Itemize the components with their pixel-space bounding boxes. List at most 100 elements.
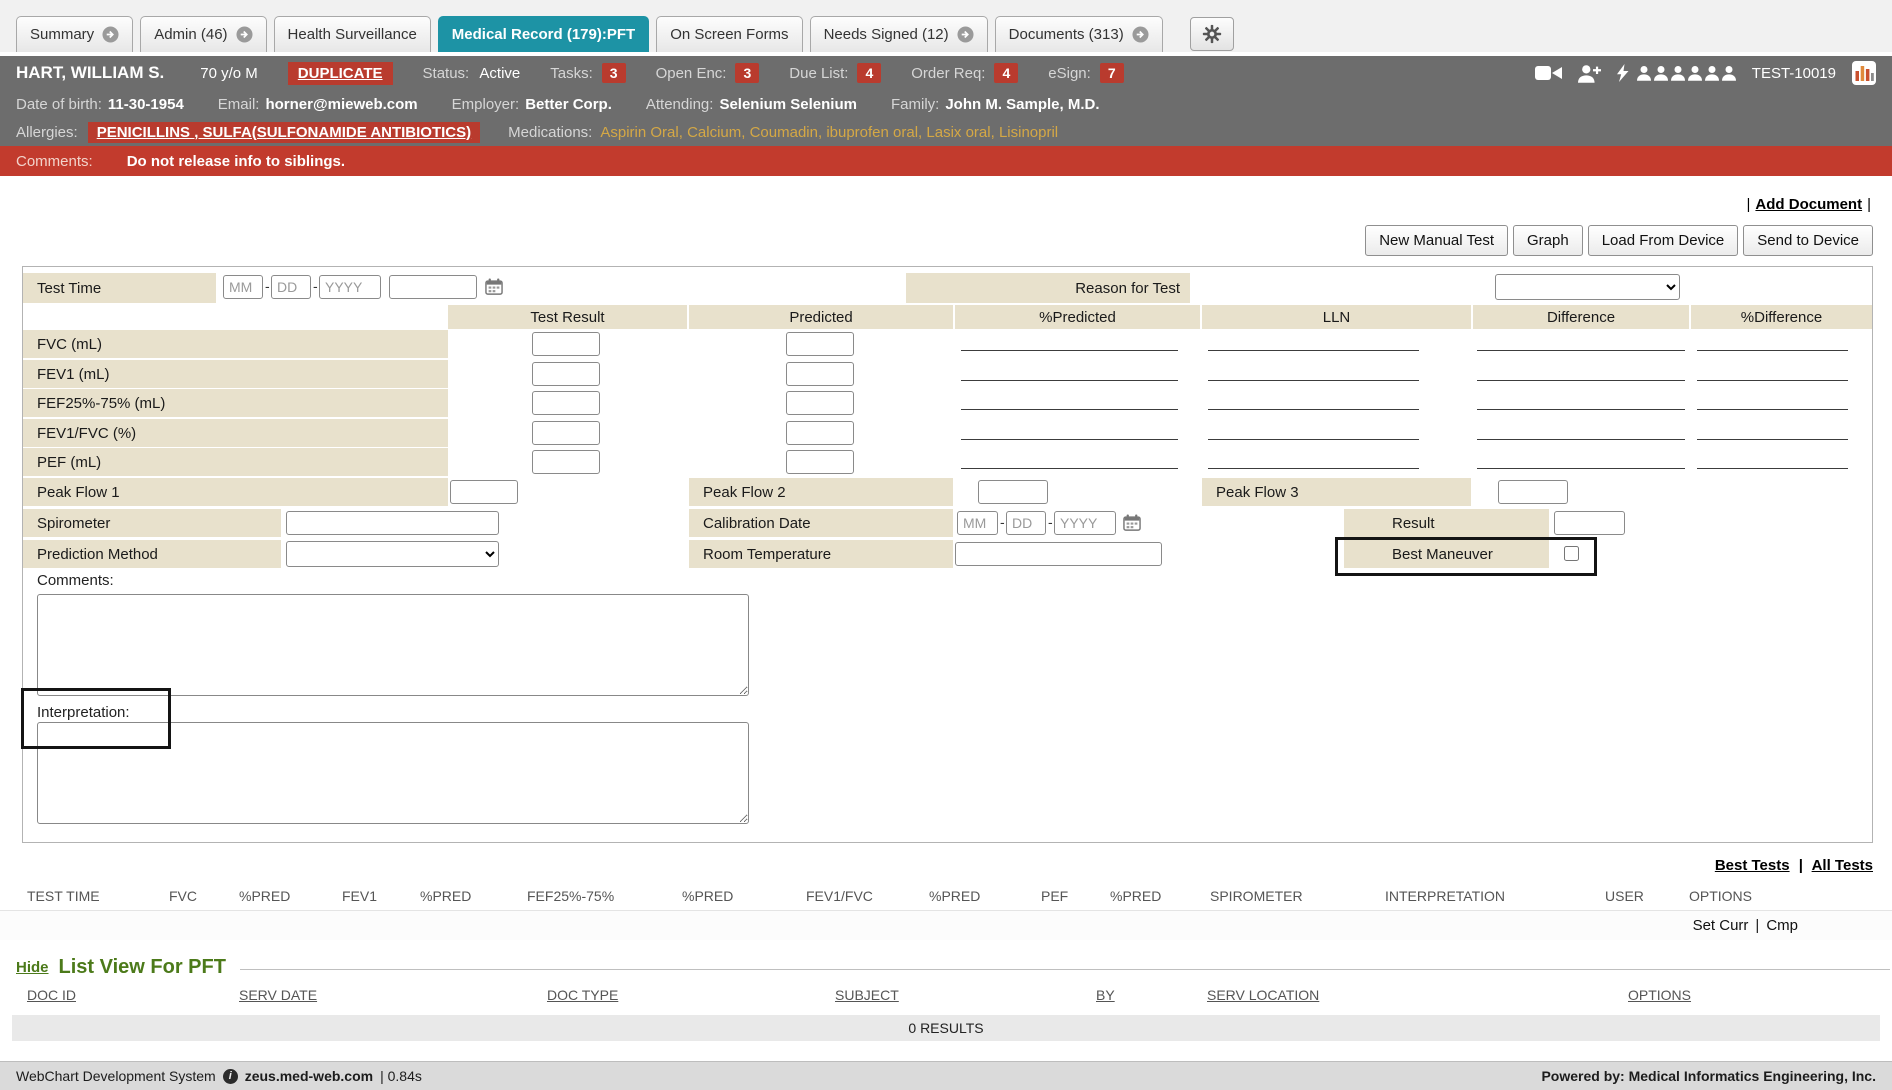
chart-icon[interactable] — [1852, 61, 1876, 85]
best-tests-link[interactable]: Best Tests — [1715, 857, 1790, 874]
listview-header-by[interactable]: BY — [1096, 987, 1115, 1003]
listview-header-doc-type[interactable]: DOC TYPE — [547, 987, 618, 1003]
demographic-value: John M. Sample, M.D. — [945, 96, 1099, 113]
results-header-fvc-1: FVC — [169, 888, 197, 904]
tab-label: Summary — [30, 26, 94, 43]
test-time-day-input[interactable] — [271, 275, 311, 299]
popout-icon[interactable] — [1132, 26, 1149, 43]
tab-health-surveillance[interactable]: Health Surveillance — [274, 16, 431, 52]
demographic-family: Family:John M. Sample, M.D. — [891, 96, 1100, 113]
test-time-year-input[interactable] — [319, 275, 381, 299]
person-icon[interactable] — [1637, 65, 1651, 81]
fvc-ml-test-result-input[interactable] — [532, 332, 600, 356]
counter-badge[interactable]: 4 — [994, 63, 1018, 83]
demographic-email: Email:horner@mieweb.com — [218, 96, 418, 113]
peak-flow-1-input[interactable] — [450, 480, 518, 504]
fev1-fvc-predicted-input[interactable] — [786, 421, 854, 445]
medication-link-ibuprofen-oral[interactable]: ibuprofen oral — [826, 124, 918, 141]
fef25-75-ml-test-result-input[interactable] — [532, 391, 600, 415]
fev1-ml-test-result-input[interactable] — [532, 362, 600, 386]
heading-rule — [240, 969, 1890, 970]
load-from-device-button[interactable]: Load From Device — [1588, 225, 1739, 256]
comments-textarea[interactable] — [37, 594, 749, 696]
room-temperature-input[interactable] — [955, 542, 1162, 566]
best-maneuver-checkbox[interactable] — [1564, 546, 1579, 561]
add-user-icon[interactable] — [1578, 64, 1601, 83]
send-to-device-button[interactable]: Send to Device — [1743, 225, 1873, 256]
reason-for-test-select[interactable] — [1495, 274, 1680, 300]
date-separator: - — [265, 278, 270, 294]
popout-icon[interactable] — [236, 26, 253, 43]
pef-ml-test-result-input[interactable] — [532, 450, 600, 474]
peak-flow-2-input[interactable] — [978, 480, 1048, 504]
person-icon[interactable] — [1722, 65, 1736, 81]
listview-header-serv-location[interactable]: SERV LOCATION — [1207, 987, 1319, 1003]
patient-name: HART, WILLIAM S. — [16, 63, 164, 83]
tab-documents-313[interactable]: Documents (313) — [995, 16, 1163, 52]
popout-icon[interactable] — [102, 26, 119, 43]
medication-link-lisinopril[interactable]: Lisinopril — [999, 124, 1058, 141]
graph-button[interactable]: Graph — [1513, 225, 1583, 256]
fvc-ml-predicted-input[interactable] — [786, 332, 854, 356]
medication-link-calcium[interactable]: Calcium — [687, 124, 741, 141]
person-icon[interactable] — [1688, 65, 1702, 81]
new-manual-test-button[interactable]: New Manual Test — [1365, 225, 1508, 256]
tab-label: On Screen Forms — [670, 26, 788, 43]
hide-link[interactable]: Hide — [16, 959, 49, 976]
set-curr-link[interactable]: Set Curr — [1693, 917, 1749, 934]
row-label: FVC (mL) — [23, 330, 448, 358]
listview-header-doc-id[interactable]: DOC ID — [27, 987, 76, 1003]
listview-header-options[interactable]: OPTIONS — [1628, 987, 1691, 1003]
spirometer-input[interactable] — [286, 511, 499, 535]
pef-ml-predicted-input[interactable] — [786, 450, 854, 474]
column-header-test-result: Test Result — [448, 305, 687, 329]
settings-button[interactable] — [1190, 17, 1234, 51]
calibration-year-input[interactable] — [1054, 511, 1116, 535]
calendar-icon[interactable] — [1123, 514, 1141, 531]
medication-link-coumadin[interactable]: Coumadin — [750, 124, 818, 141]
list-view-heading: Hide List View For PFT — [0, 956, 1892, 979]
tab-medical-record-179-pft[interactable]: Medical Record (179):PFT — [438, 16, 649, 52]
duplicate-flag[interactable]: DUPLICATE — [288, 62, 393, 85]
calibration-result-input[interactable] — [1554, 511, 1625, 535]
peak-flow-3-input[interactable] — [1498, 480, 1568, 504]
prediction-method-select[interactable] — [286, 541, 499, 567]
footer-app-name: WebChart Development System — [16, 1068, 216, 1084]
tab-on-screen-forms[interactable]: On Screen Forms — [656, 16, 802, 52]
calibration-month-input[interactable] — [957, 511, 998, 535]
calendar-icon[interactable] — [485, 278, 503, 295]
person-icon[interactable] — [1654, 65, 1668, 81]
listview-header-subject[interactable]: SUBJECT — [835, 987, 899, 1003]
allergy-list-link[interactable]: PENICILLINS , SULFA(SULFONAMIDE ANTIBIOT… — [88, 122, 480, 143]
fev1-fvc-test-result-input[interactable] — [532, 421, 600, 445]
medication-link-aspirin-oral[interactable]: Aspirin Oral — [600, 124, 678, 141]
all-tests-link[interactable]: All Tests — [1812, 857, 1873, 874]
fef25-75-ml-predicted-input[interactable] — [786, 391, 854, 415]
fev1-ml-predicted-input[interactable] — [786, 362, 854, 386]
video-camera-icon[interactable] — [1535, 64, 1562, 82]
blank-value-line — [961, 350, 1178, 351]
counter-badge[interactable]: 7 — [1100, 63, 1124, 83]
tab-summary[interactable]: Summary — [16, 16, 133, 52]
lightning-icon[interactable] — [1617, 64, 1629, 82]
counter-badge[interactable]: 3 — [735, 63, 759, 83]
test-time-month-input[interactable] — [223, 275, 263, 299]
tab-needs-signed-12[interactable]: Needs Signed (12) — [810, 16, 988, 52]
calibration-day-input[interactable] — [1006, 511, 1046, 535]
counter-badge[interactable]: 4 — [857, 63, 881, 83]
results-actions-row: Set Curr | Cmp — [0, 910, 1892, 940]
person-icon[interactable] — [1705, 65, 1719, 81]
cmp-link[interactable]: Cmp — [1766, 917, 1798, 934]
listview-header-serv-date[interactable]: SERV DATE — [239, 987, 317, 1003]
counter-badge[interactable]: 3 — [602, 63, 626, 83]
tab-admin-46[interactable]: Admin (46) — [140, 16, 266, 52]
test-time-time-input[interactable] — [389, 275, 477, 299]
row-label: FEV1/FVC (%) — [23, 419, 448, 447]
counter-group: Tasks:3Open Enc:3Due List:4Order Req:4eS… — [520, 63, 1123, 83]
medication-link-lasix-oral[interactable]: Lasix oral — [926, 124, 990, 141]
popout-icon[interactable] — [957, 26, 974, 43]
add-document-link[interactable]: Add Document — [1755, 196, 1862, 213]
person-icon[interactable] — [1671, 65, 1685, 81]
info-icon[interactable]: i — [223, 1069, 238, 1084]
interpretation-textarea[interactable] — [37, 722, 749, 824]
